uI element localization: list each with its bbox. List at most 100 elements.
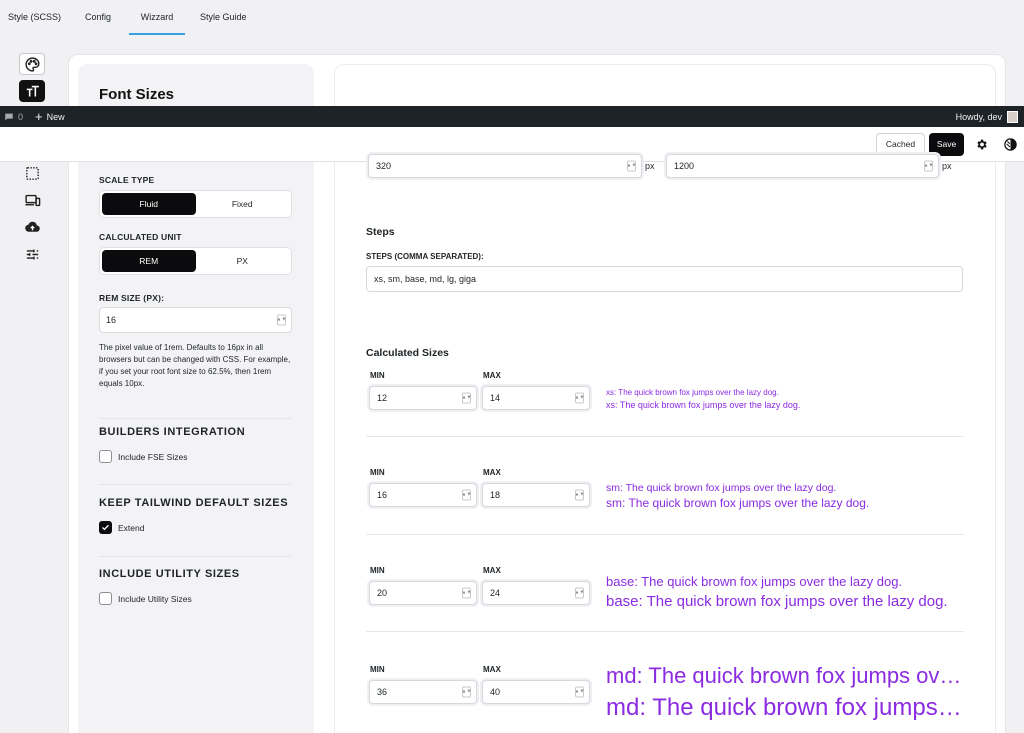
sliders-icon[interactable]: [19, 243, 45, 265]
max-label: MAX: [483, 665, 501, 674]
size-max-input[interactable]: 40 ▲▼: [482, 680, 590, 704]
size-max-input[interactable]: 18 ▲▼: [482, 483, 590, 507]
px-unit-label: px: [645, 161, 655, 171]
utility-checkbox[interactable]: [99, 592, 112, 605]
extend-label: Extend: [118, 522, 145, 533]
steps-input[interactable]: xs, sm, base, md, lg, giga: [366, 266, 963, 292]
tab-config[interactable]: Config: [85, 0, 111, 35]
viewport-min-input[interactable]: 320 ▲▼: [368, 154, 642, 178]
max-label: MAX: [483, 468, 501, 477]
rem-size-value: 16: [106, 315, 117, 325]
size-min-value: 20: [377, 588, 388, 598]
stepper-icon[interactable]: ▲▼: [462, 489, 471, 501]
steps-label: STEPS (COMMA SEPARATED):: [366, 252, 484, 261]
divider: [99, 418, 292, 419]
checkmark-icon: [102, 524, 109, 531]
extend-checkbox[interactable]: [99, 521, 112, 534]
rem-help-text: The pixel value of 1rem. Defaults to 16p…: [99, 343, 291, 388]
avatar: [1007, 110, 1018, 123]
stepper-icon[interactable]: ▲▼: [462, 392, 471, 404]
scale-fluid-option[interactable]: Fluid: [102, 193, 196, 215]
min-label: MIN: [370, 566, 385, 575]
size-max-input[interactable]: 24 ▲▼: [482, 581, 590, 605]
scale-type-label: SCALE TYPE: [99, 175, 155, 185]
utility-checkbox-row[interactable]: Include Utility Sizes: [99, 592, 192, 605]
steps-value: xs, sm, base, md, lg, giga: [374, 274, 477, 284]
row-divider: [366, 534, 964, 535]
size-min-input[interactable]: 20 ▲▼: [369, 581, 477, 605]
scale-type-toggle: Fluid Fixed: [99, 190, 292, 218]
size-max-input[interactable]: 14 ▲▼: [482, 386, 590, 410]
calc-unit-toggle: REM PX: [99, 247, 292, 275]
calc-unit-label: CALCULATED UNIT: [99, 232, 182, 242]
viewport-min-value: 320: [376, 161, 392, 171]
stepper-icon[interactable]: ▲▼: [462, 686, 471, 698]
size-min-input[interactable]: 36 ▲▼: [369, 680, 477, 704]
contrast-icon[interactable]: [1002, 136, 1018, 152]
calculated-sizes-heading: Calculated Sizes: [366, 347, 449, 359]
max-label: MAX: [483, 371, 501, 380]
px-unit-label: px: [942, 161, 952, 171]
divider: [99, 556, 292, 557]
size-min-input[interactable]: 12 ▲▼: [369, 386, 477, 410]
stepper-icon[interactable]: ▲▼: [277, 314, 286, 326]
rem-size-input[interactable]: 16 ▲▼: [99, 307, 292, 333]
tab-style-scss[interactable]: Style (SCSS): [8, 0, 61, 35]
plus-icon: +: [35, 108, 43, 124]
cached-button[interactable]: Cached: [876, 133, 925, 156]
account-menu[interactable]: Howdy, dev: [956, 110, 1018, 123]
devices-icon[interactable]: [19, 189, 45, 211]
comments-link[interactable]: 0: [4, 112, 23, 122]
fse-checkbox[interactable]: [99, 450, 112, 463]
stepper-icon[interactable]: ▲▼: [575, 587, 584, 599]
typography-icon[interactable]: [19, 80, 45, 102]
keep-defaults-heading: KEEP TAILWIND DEFAULT SIZES: [99, 497, 289, 509]
new-label: New: [46, 111, 65, 122]
row-divider: [366, 436, 964, 437]
max-label: MAX: [483, 566, 501, 575]
steps-heading: Steps: [366, 226, 395, 238]
viewport-max-value: 1200: [674, 161, 695, 171]
size-max-value: 40: [490, 687, 501, 697]
save-button[interactable]: Save: [929, 133, 964, 156]
preview-max-text: xs: The quick brown fox jumps over the l…: [606, 400, 801, 410]
min-label: MIN: [370, 371, 385, 380]
stepper-icon[interactable]: ▲▼: [575, 686, 584, 698]
size-min-value: 12: [377, 393, 388, 403]
size-min-value: 36: [377, 687, 388, 697]
size-min-value: 16: [377, 490, 388, 500]
crop-icon[interactable]: [19, 162, 45, 184]
stepper-icon[interactable]: ▲▼: [575, 489, 584, 501]
preview-min-text: md: The quick brown fox jumps over the l…: [606, 663, 962, 688]
utility-heading: INCLUDE UTILITY SIZES: [99, 568, 240, 580]
size-max-value: 18: [490, 490, 501, 500]
utility-label: Include Utility Sizes: [118, 593, 192, 604]
min-label: MIN: [370, 665, 385, 674]
viewport-max-input[interactable]: 1200 ▲▼: [666, 154, 939, 178]
size-min-input[interactable]: 16 ▲▼: [369, 483, 477, 507]
unit-px-option[interactable]: PX: [196, 250, 290, 272]
size-max-value: 14: [490, 393, 501, 403]
unit-rem-option[interactable]: REM: [102, 250, 196, 272]
page-title: Font Sizes: [99, 86, 175, 103]
scale-fixed-option[interactable]: Fixed: [196, 193, 290, 215]
stepper-icon[interactable]: ▲▼: [462, 587, 471, 599]
divider: [99, 484, 292, 485]
comment-icon: [5, 113, 13, 120]
stepper-icon[interactable]: ▲▼: [627, 160, 636, 172]
extend-checkbox-row[interactable]: Extend: [99, 521, 144, 534]
palette-icon[interactable]: [19, 53, 45, 75]
cloud-upload-icon[interactable]: [19, 216, 45, 238]
tab-style-guide[interactable]: Style Guide: [200, 0, 247, 35]
preview-max-text: md: The quick brown fox jumps over the l…: [606, 694, 962, 721]
gear-icon[interactable]: [973, 136, 989, 152]
comments-count: 0: [18, 111, 24, 122]
tab-wizzard[interactable]: Wizzard: [129, 0, 185, 35]
preview-min-text: sm: The quick brown fox jumps over the l…: [606, 482, 837, 494]
new-content-link[interactable]: + New: [35, 108, 65, 124]
min-label: MIN: [370, 468, 385, 477]
stepper-icon[interactable]: ▲▼: [924, 160, 933, 172]
builders-heading: BUILDERS INTEGRATION: [99, 426, 246, 438]
fse-checkbox-row[interactable]: Include FSE Sizes: [99, 450, 187, 463]
stepper-icon[interactable]: ▲▼: [575, 392, 584, 404]
